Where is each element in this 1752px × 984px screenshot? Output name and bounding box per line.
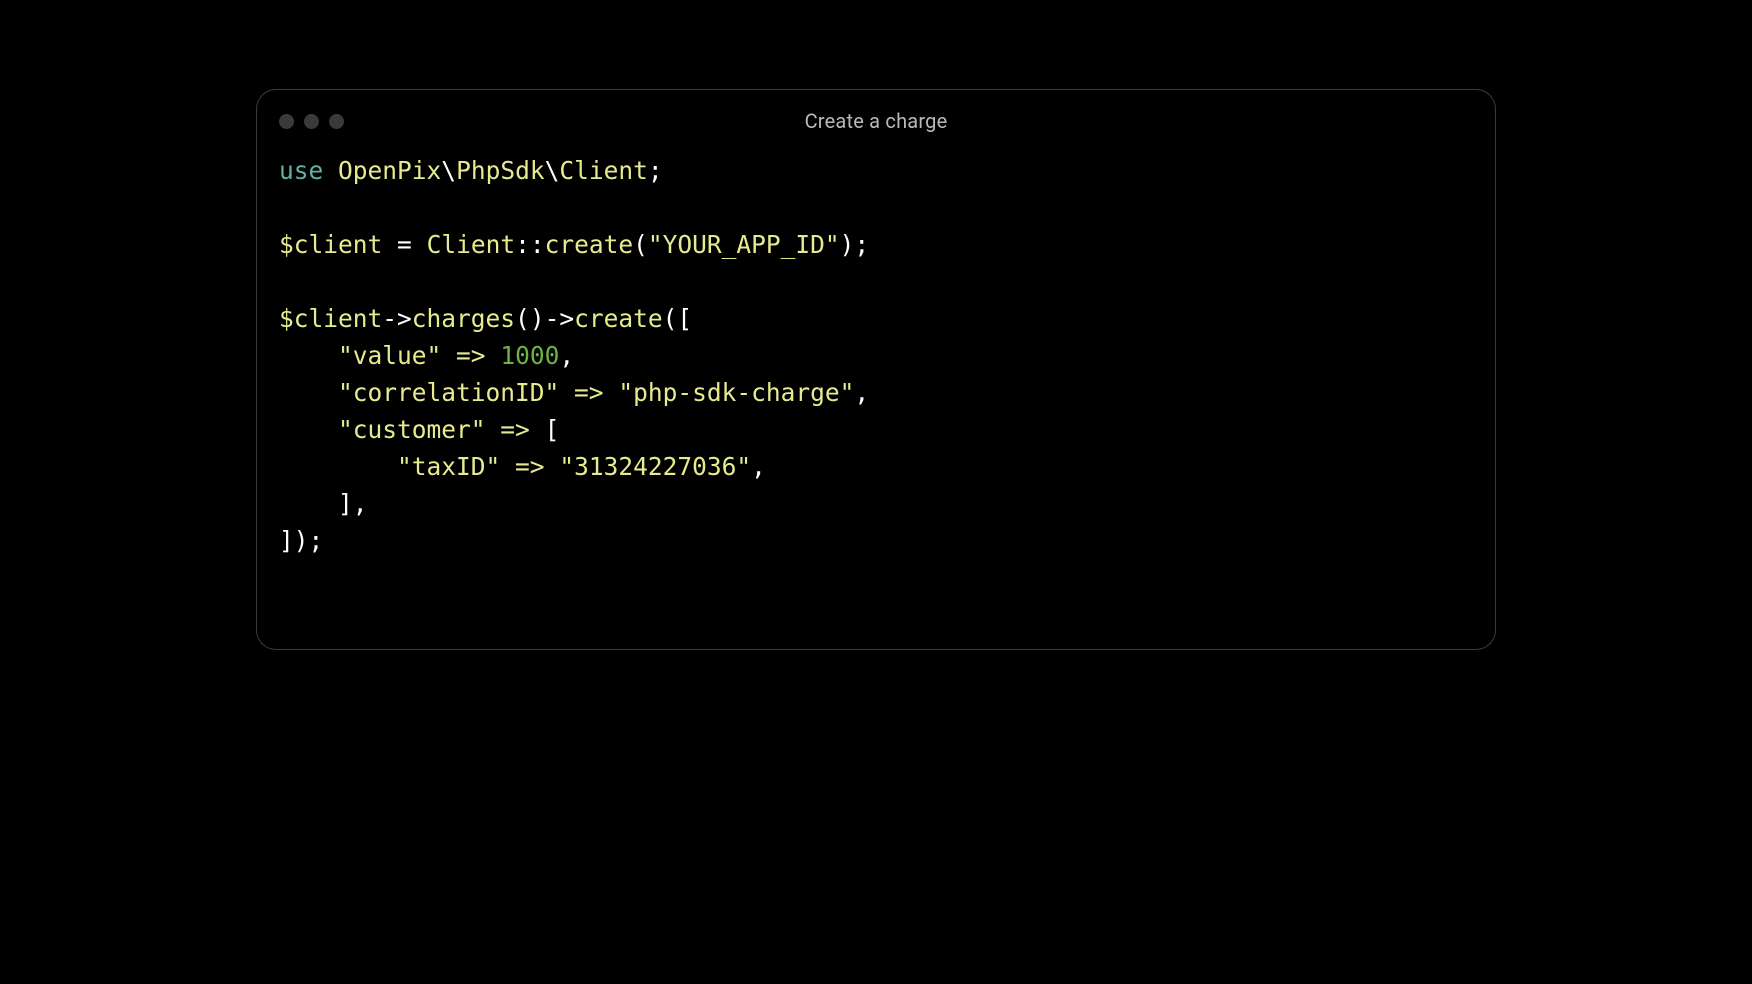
tok-semi: ; — [648, 156, 663, 185]
tok-fn-create: create — [574, 304, 663, 333]
tok-rbracket: ] — [338, 489, 353, 518]
tok-semi: ; — [309, 526, 324, 555]
window-dot-1 — [279, 114, 294, 129]
traffic-lights — [279, 114, 344, 129]
tok-ns-phpsdk: PhpSdk — [456, 156, 545, 185]
tok-semi: ; — [854, 230, 869, 259]
tok-arrow: -> — [382, 304, 412, 333]
tok-lbracket: [ — [545, 415, 560, 444]
tok-lbracket: [ — [677, 304, 692, 333]
tok-dcolon: :: — [515, 230, 545, 259]
tok-str-taxid-val: "31324227036" — [559, 452, 751, 481]
tok-fatarrow: => — [515, 452, 545, 481]
tok-fn-create: create — [545, 230, 634, 259]
tok-comma: , — [751, 452, 766, 481]
tok-comma: , — [854, 378, 869, 407]
tok-rparen: ) — [530, 304, 545, 333]
tok-rparen: ) — [840, 230, 855, 259]
window-titlebar: Create a charge — [257, 90, 1495, 152]
tok-backslash: \ — [545, 156, 560, 185]
tok-num-1000: 1000 — [500, 341, 559, 370]
window-dot-2 — [304, 114, 319, 129]
tok-rbracket: ] — [279, 526, 294, 555]
tok-fn-charges: charges — [412, 304, 515, 333]
code-window: Create a charge use OpenPix\PhpSdk\Clien… — [256, 89, 1496, 650]
tok-str-customer: "customer" — [338, 415, 486, 444]
tok-ns-openpix: OpenPix — [338, 156, 441, 185]
tok-lparen: ( — [633, 230, 648, 259]
tok-backslash: \ — [441, 156, 456, 185]
tok-str-correlationid: "correlationID" — [338, 378, 559, 407]
tok-str-value: "value" — [338, 341, 441, 370]
tok-class-client: Client — [427, 230, 516, 259]
tok-var-client: $client — [279, 230, 382, 259]
tok-str-appid: "YOUR_APP_ID" — [648, 230, 840, 259]
tok-str-taxid: "taxID" — [397, 452, 500, 481]
tok-comma: , — [353, 489, 368, 518]
code-block: use OpenPix\PhpSdk\Client; $client = Cli… — [257, 152, 1495, 559]
tok-str-correlationid-val: "php-sdk-charge" — [618, 378, 854, 407]
tok-fatarrow: => — [500, 415, 530, 444]
tok-rparen: ) — [294, 526, 309, 555]
tok-fatarrow: => — [456, 341, 486, 370]
tok-comma: , — [559, 341, 574, 370]
tok-lparen: ( — [515, 304, 530, 333]
tok-ns-client: Client — [559, 156, 648, 185]
window-title: Create a charge — [257, 109, 1495, 133]
tok-keyword-use: use — [279, 156, 323, 185]
tok-fatarrow: => — [574, 378, 604, 407]
window-dot-3 — [329, 114, 344, 129]
tok-eq: = — [397, 230, 412, 259]
tok-lparen: ( — [663, 304, 678, 333]
tok-var-client: $client — [279, 304, 382, 333]
tok-arrow: -> — [545, 304, 575, 333]
